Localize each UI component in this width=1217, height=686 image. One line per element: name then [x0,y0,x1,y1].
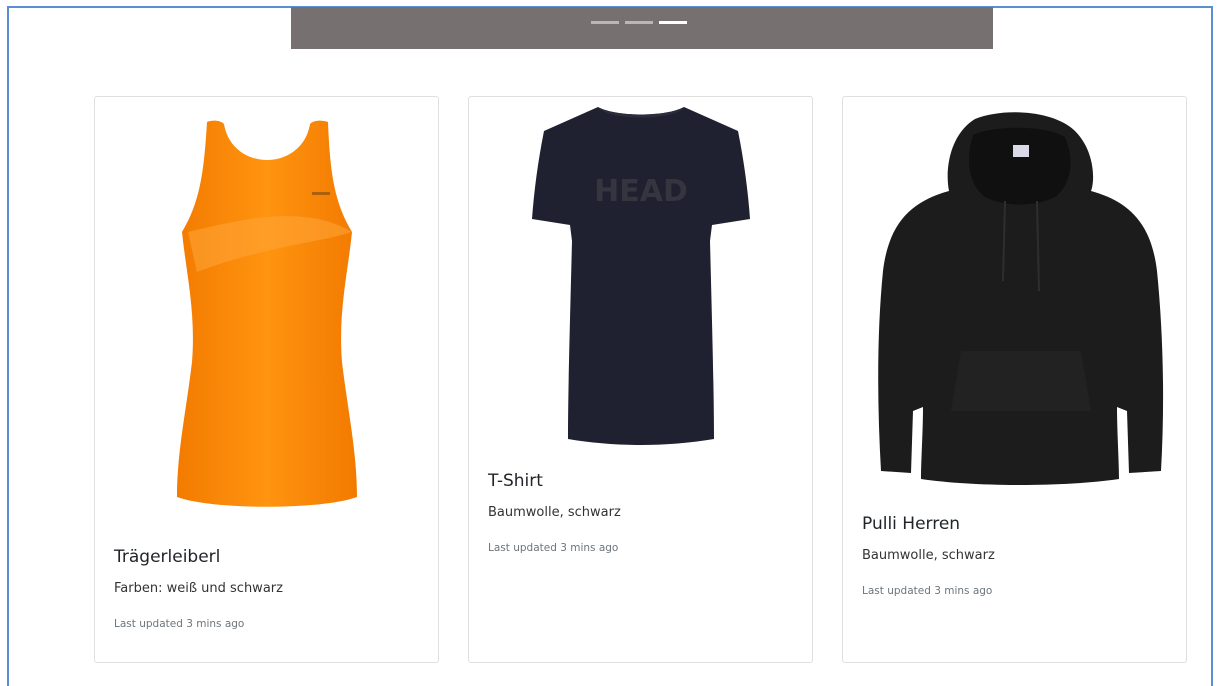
hoodie-icon [877,112,1163,485]
orange-tank-top-image [103,107,430,527]
card-text: Farben: weiß und schwarz [114,581,283,596]
card-body: Pulli Herren Baumwolle, schwarz Last upd… [862,514,1170,597]
carousel-indicators [591,21,687,24]
card-title[interactable]: Trägerleiberl [114,547,422,567]
carousel-indicator-2[interactable] [625,21,653,24]
card-title[interactable]: Pulli Herren [862,514,1170,534]
carousel-banner [291,7,993,49]
card-updated: Last updated 3 mins ago [862,585,993,597]
card-updated: Last updated 3 mins ago [488,542,619,554]
card-body: T-Shirt Baumwolle, schwarz Last updated … [488,471,796,554]
carousel-indicator-3[interactable] [659,21,687,24]
card-updated: Last updated 3 mins ago [114,618,245,630]
product-card-hoodie[interactable]: Pulli Herren Baumwolle, schwarz Last upd… [842,96,1187,663]
product-card-tank-top[interactable]: Trägerleiberl Farben: weiß und schwarz L… [94,96,439,663]
card-body: Trägerleiberl Farben: weiß und schwarz L… [114,547,422,630]
tshirt-icon: HEAD [531,107,750,445]
card-text: Baumwolle, schwarz [488,505,621,520]
carousel-indicator-1[interactable] [591,21,619,24]
card-title[interactable]: T-Shirt [488,471,796,491]
tank-top-icon [176,120,357,507]
black-tshirt-image: HEAD [477,101,804,446]
black-hoodie-image [851,111,1178,491]
product-card-tshirt[interactable]: HEAD T-Shirt Baumwolle, schwarz Last upd… [468,96,813,663]
svg-text:HEAD: HEAD [594,174,688,209]
card-text: Baumwolle, schwarz [862,548,995,563]
